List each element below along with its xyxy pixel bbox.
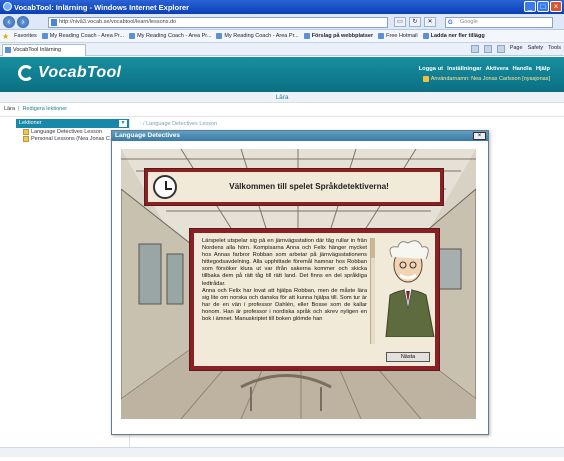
user-icon — [422, 76, 429, 82]
train-station-scene: Välkommen till spelet Språkdetektiverna!… — [121, 149, 476, 419]
lesson-breadcrumb: : / Language Detectives Lesson — [140, 121, 218, 127]
google-icon: G — [448, 20, 453, 26]
favorite-link[interactable]: My Reading Coach - Area Pr... — [41, 33, 124, 39]
story-panel: Lärspelet utspelar sig på en järnvägssta… — [190, 229, 439, 370]
clock-icon — [153, 175, 177, 199]
page-icon — [129, 33, 136, 39]
nav-settings[interactable]: Inställningar — [447, 66, 481, 72]
browser-title-bar: VocabTool: Inlärning - Windows Internet … — [0, 0, 564, 14]
forward-icon[interactable]: › — [17, 16, 29, 28]
compat-icon[interactable]: ▭ — [394, 17, 406, 27]
home-icon[interactable] — [470, 45, 479, 53]
refresh-icon[interactable]: ↻ — [409, 17, 421, 27]
ie-icon — [3, 2, 12, 11]
story-text: Lärspelet utspelar sig på en järnvägssta… — [202, 238, 367, 323]
breadcrumb-separator: | — [18, 106, 20, 112]
tab-row: VocabTool Inlärning Page Safety Tools — [0, 43, 564, 56]
back-icon[interactable]: ‹ — [3, 16, 15, 28]
lesson-panel-header: Lektioner ▼ — [16, 119, 129, 128]
maximize-icon[interactable]: □ — [537, 1, 549, 12]
tools-menu[interactable]: Tools — [548, 45, 561, 53]
logo-icon — [18, 65, 34, 81]
logo: VocabTool — [18, 64, 121, 82]
browser-tab[interactable]: VocabTool Inlärning — [2, 44, 86, 56]
nav-activate[interactable]: Aktivera — [486, 66, 509, 72]
user-info: Användarnamn: Nea Jonas Carlsson [nyasjo… — [422, 76, 550, 82]
divider — [0, 116, 564, 117]
window-controls: _ □ × — [524, 1, 562, 12]
chevron-down-icon[interactable]: ▼ — [119, 120, 127, 127]
welcome-text: Välkommen till spelet Språkdetektiverna! — [229, 182, 389, 191]
page-icon — [422, 33, 429, 39]
section-title: Lära — [0, 92, 564, 103]
command-bar: Page Safety Tools — [470, 45, 561, 53]
print-icon[interactable] — [496, 45, 505, 53]
page-icon — [51, 19, 57, 26]
breadcrumb-current[interactable]: Redigera lektioner — [22, 106, 67, 112]
lesson-icon — [23, 136, 29, 142]
game-dialog: Language Detectives × Välkommen till spe… — [111, 130, 489, 435]
minimize-icon[interactable]: _ — [524, 1, 536, 12]
story-scrollbar[interactable] — [370, 238, 375, 344]
feed-icon[interactable] — [483, 45, 492, 53]
nav-logout[interactable]: Logga ut — [419, 66, 443, 72]
welcome-banner: Välkommen till spelet Språkdetektiverna! — [145, 169, 443, 205]
favorite-link[interactable]: Ladda ner fler tillägg — [422, 33, 485, 39]
lesson-icon — [23, 129, 29, 135]
professor-illustration — [385, 240, 435, 337]
favorite-link[interactable]: Free Hotmail — [378, 33, 418, 39]
page-icon — [41, 33, 48, 39]
url-input[interactable]: http://nivå3.vocab.se/vocabtool/learn/le… — [48, 17, 388, 28]
dialog-title: Language Detectives — [112, 131, 488, 141]
favorite-link[interactable]: My Reading Coach - Area Pr... — [129, 33, 211, 39]
window-title: VocabTool: Inlärning - Windows Internet … — [14, 2, 190, 12]
search-input[interactable]: G Google — [445, 17, 553, 28]
stop-icon[interactable]: ✕ — [424, 17, 436, 27]
page-menu[interactable]: Page — [510, 45, 523, 53]
page-icon — [216, 33, 223, 39]
address-tools: ▭ ↻ ✕ — [394, 17, 436, 27]
favorite-link[interactable]: My Reading Coach - Area Pr... — [216, 33, 299, 39]
breadcrumb: Lära | Redigera lektioner — [4, 106, 67, 112]
nav-help[interactable]: Hjälp — [536, 66, 550, 72]
top-nav: Logga ut Inställningar Aktivera Handla H… — [419, 66, 550, 72]
favorites-bar: ★ Favorites My Reading Coach - Area Pr..… — [0, 30, 564, 43]
page-horizontal-scrollbar[interactable] — [0, 447, 564, 457]
close-icon[interactable]: × — [473, 132, 486, 140]
favorite-link[interactable]: Förslag på webbplatser — [303, 33, 373, 39]
address-bar: ‹ › http://nivå3.vocab.se/vocabtool/lear… — [0, 14, 564, 30]
nav-shop[interactable]: Handla — [512, 66, 531, 72]
page-icon — [5, 47, 11, 53]
favorite-link[interactable]: Favorites — [14, 33, 37, 39]
page-icon — [378, 33, 385, 39]
app-header: VocabTool Logga ut Inställningar Aktiver… — [0, 57, 564, 92]
breadcrumb-root[interactable]: Lära — [4, 106, 15, 112]
next-button[interactable]: Nästa — [386, 352, 430, 362]
close-window-icon[interactable]: × — [550, 1, 562, 12]
safety-menu[interactable]: Safety — [528, 45, 544, 53]
page-icon — [303, 33, 310, 39]
favorites-star-icon[interactable]: ★ — [2, 32, 9, 41]
